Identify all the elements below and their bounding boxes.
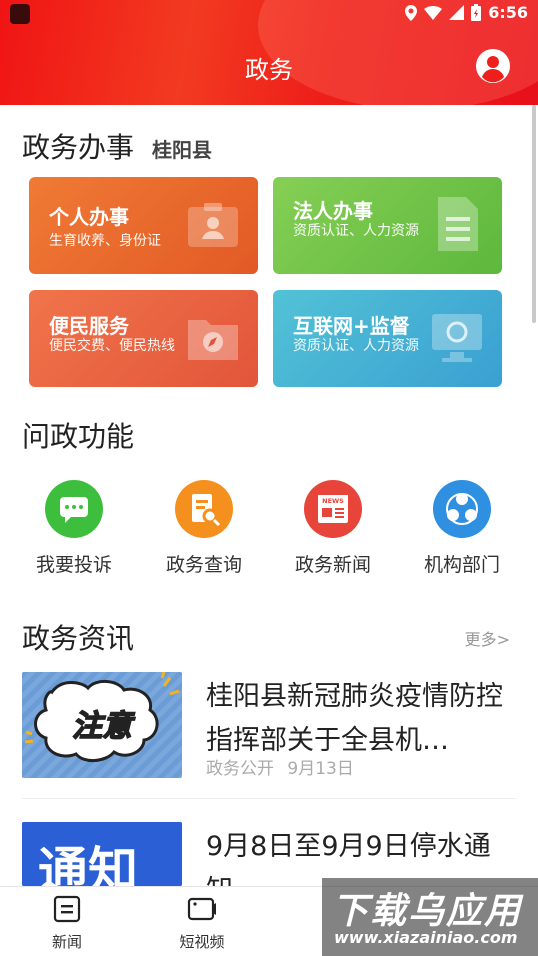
card-desc: 资质认证、人力资源 (293, 223, 419, 239)
complaint-item[interactable]: 我要投诉 (9, 480, 139, 577)
monitor-icon (432, 314, 482, 362)
convenience-services-card[interactable]: 便民服务 便民交费、便民热线 (29, 290, 258, 387)
card-desc: 生育收养、身份证 (49, 233, 161, 249)
organization-icon (433, 480, 491, 538)
affairs-news-item[interactable]: NEWS 政务新闻 (268, 480, 398, 577)
video-icon (187, 897, 216, 921)
card-title: 便民服务 (49, 314, 129, 338)
tab-short-video[interactable]: 短视频 (152, 895, 252, 952)
personal-affairs-card[interactable]: 个人办事 生育收养、身份证 (29, 177, 258, 274)
divider (22, 798, 516, 799)
news-badge: NEWS (322, 497, 344, 505)
news-section-title: 政务资讯 (22, 622, 135, 655)
scrollbar[interactable] (532, 105, 536, 323)
thumbnail-text: 通知 (38, 842, 138, 886)
thumbnail-text: 注意 (72, 709, 136, 744)
more-link[interactable]: 更多> (465, 626, 510, 650)
news-icon (53, 895, 81, 923)
status-bar: 6:56 (0, 0, 538, 28)
profile-button[interactable] (476, 49, 510, 83)
status-time: 6:56 (488, 3, 528, 22)
user-icon (476, 49, 510, 83)
news-thumbnail: 注意 (22, 672, 182, 778)
notification-app-icon (10, 4, 30, 24)
folder-compass-icon (188, 320, 238, 360)
internet-supervision-card[interactable]: 互联网+监督 资质认证、人力资源 (273, 290, 502, 387)
tab-label: 新闻 (51, 933, 82, 951)
news-thumbnail: 通知 (22, 822, 182, 886)
news-date: 9月13日 (287, 759, 354, 779)
watermark: 下载乌应用 www.xiazainiao.com (322, 878, 538, 956)
function-label: 机构部门 (423, 554, 500, 576)
tab-label: 短视频 (179, 933, 225, 951)
card-title: 互联网+监督 (293, 314, 410, 338)
region-label[interactable]: 桂阳县 (152, 134, 212, 163)
services-section-title: 政务办事 (22, 131, 135, 164)
search-document-icon (175, 480, 233, 538)
tab-news[interactable]: 新闻 (17, 895, 117, 952)
chat-icon (45, 480, 103, 538)
location-icon (405, 4, 418, 21)
affairs-query-item[interactable]: 政务查询 (139, 480, 269, 577)
news-source: 政务公开 (206, 759, 274, 779)
card-desc: 便民交费、便民热线 (49, 338, 175, 354)
id-card-icon (188, 203, 238, 247)
news-meta: 政务公开 9月13日 (206, 754, 354, 779)
departments-item[interactable]: 机构部门 (397, 480, 527, 577)
watermark-title: 下载乌应用 (332, 891, 523, 932)
signal-icon (449, 5, 465, 20)
function-label: 政务查询 (165, 554, 242, 576)
card-title: 法人办事 (293, 199, 373, 223)
function-label: 我要投诉 (35, 554, 112, 576)
card-desc: 资质认证、人力资源 (293, 338, 419, 354)
page-title: 政务 (245, 56, 293, 84)
app-header: 6:56 政务 (0, 0, 538, 105)
card-title: 个人办事 (49, 205, 129, 229)
function-label: 政务新闻 (294, 554, 371, 576)
news-title: 9月8日至9月9日停水通知 (206, 831, 491, 886)
newspaper-icon: NEWS (304, 480, 362, 538)
wifi-icon (424, 5, 443, 20)
legal-entity-affairs-card[interactable]: 法人办事 资质认证、人力资源 (273, 177, 502, 274)
news-title: 桂阳县新冠肺炎疫情防控指挥部关于全县机… (206, 681, 503, 756)
battery-icon (471, 4, 482, 21)
functions-section-title: 问政功能 (22, 420, 135, 453)
document-icon (438, 197, 478, 251)
watermark-url: www.xiazainiao.com (334, 928, 518, 947)
